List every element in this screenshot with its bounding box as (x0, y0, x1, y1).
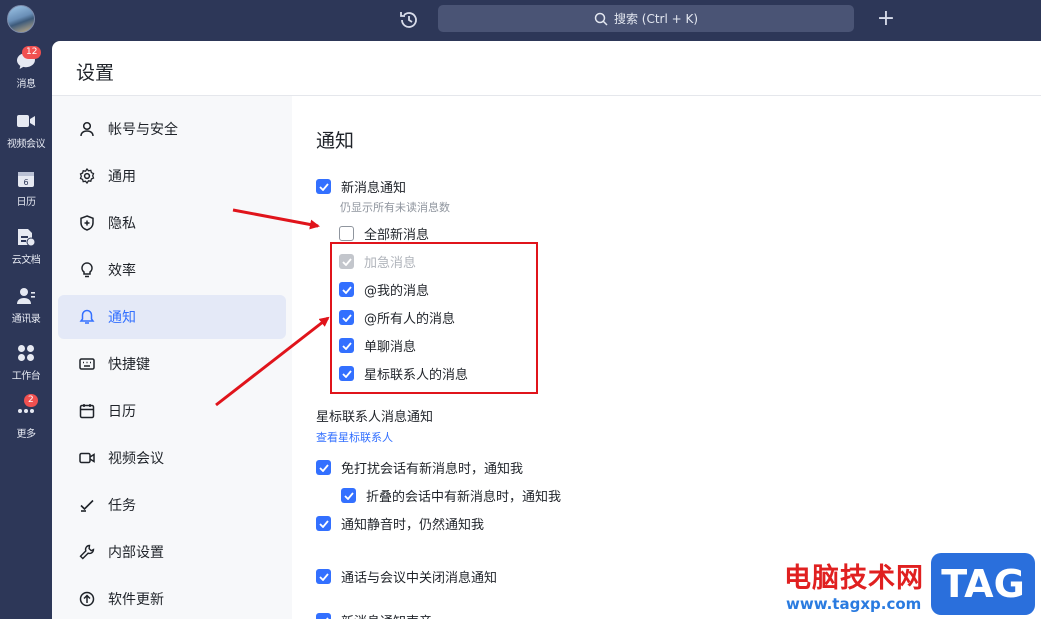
arrow-to-all-new-messages (232, 208, 320, 230)
watermark-tag-logo: TAG (931, 553, 1035, 615)
arrow-to-highlight-box (215, 316, 330, 407)
watermark-url: www.tagxp.com (786, 595, 922, 613)
annotation-arrows (215, 208, 330, 407)
watermark-cn-text: 电脑技术网 (784, 563, 924, 594)
watermark: 电脑技术网 www.tagxp.com TAG (784, 553, 1041, 619)
